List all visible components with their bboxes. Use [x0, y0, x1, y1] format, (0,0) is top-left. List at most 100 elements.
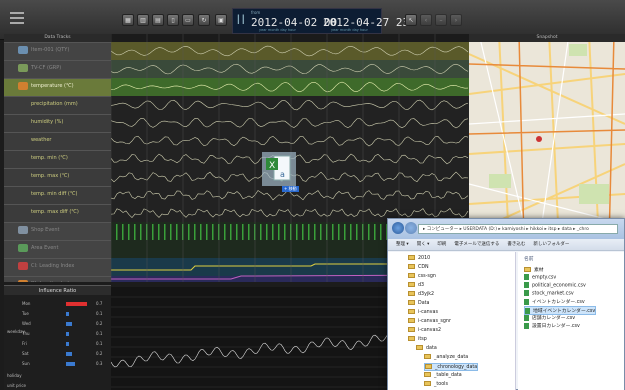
from-date-units: year month day hour	[259, 28, 296, 32]
tree-folder-label: d3	[418, 283, 425, 288]
refresh-icon[interactable]: ↻	[198, 14, 210, 26]
command-button[interactable]: 開く ▾	[417, 242, 430, 247]
track-row[interactable]: precipitation (mm)	[4, 96, 111, 114]
day-label: Sat	[22, 351, 29, 356]
file-item[interactable]: 素材	[524, 266, 544, 273]
folder-icon	[408, 273, 415, 278]
dragged-file[interactable]: X a + 移動	[260, 150, 299, 192]
snapshot-map[interactable]	[469, 34, 625, 244]
track-row[interactable]: CI: Leading Index	[4, 258, 111, 276]
date-range-display[interactable]: ┃┃ from 2012-04-02 00 year month day hou…	[232, 8, 409, 35]
hour-view-icon[interactable]: ▭	[182, 14, 194, 26]
event-marker	[308, 224, 310, 240]
track-row[interactable]: temp. min diff (℃)	[4, 186, 111, 204]
day-view-icon[interactable]: ▯	[167, 14, 179, 26]
tree-folder[interactable]: i-canvas	[408, 309, 438, 315]
menu-icon[interactable]	[10, 12, 24, 24]
track-row[interactable]: weather	[4, 132, 111, 150]
influence-bar	[66, 322, 72, 326]
folder-icon	[408, 327, 415, 332]
command-button[interactable]: 整理 ▾	[396, 242, 409, 247]
folder-tree[interactable]: 2010 CDN css-sgn d3 d3yjk2 Data i-canvas i-canv…	[388, 252, 516, 390]
track-row[interactable]: temperature (℃)	[4, 78, 111, 96]
tree-folder[interactable]: d3	[408, 282, 424, 288]
tree-folder[interactable]: data	[416, 345, 437, 351]
command-button[interactable]: 新しいフォルダー	[533, 242, 569, 247]
pointer-icon[interactable]: ↖	[405, 14, 417, 26]
event-marker	[146, 224, 148, 240]
track-row[interactable]: Shop Event	[4, 222, 111, 240]
name-column-header[interactable]: 名前	[524, 255, 534, 262]
event-marker	[314, 224, 316, 240]
tree-folder-label: i-canvas	[418, 310, 438, 315]
tree-folder[interactable]: 2010	[408, 255, 430, 261]
tree-folder[interactable]: _analyze_data	[424, 354, 468, 360]
event-marker	[218, 224, 220, 240]
event-marker	[326, 224, 328, 240]
event-marker	[320, 224, 322, 240]
track-row[interactable]: humidity (%)	[4, 114, 111, 132]
file-item[interactable]: イベントカレンダー.csv	[524, 298, 585, 305]
file-item[interactable]: political_economic.csv	[524, 282, 586, 289]
tree-folder[interactable]: CDN	[408, 264, 429, 270]
influence-bar	[66, 362, 75, 366]
tree-folder[interactable]: _table_data	[424, 372, 462, 378]
file-item[interactable]: empty.csv	[524, 274, 556, 281]
event-marker	[380, 224, 382, 240]
csv-file-icon	[524, 290, 529, 296]
event-marker	[296, 224, 298, 240]
influence-bar	[66, 302, 87, 306]
calendar-month-icon[interactable]: ▥	[137, 14, 149, 26]
day-label: Sun	[22, 361, 30, 366]
map-svg	[469, 34, 625, 244]
calendar-week-icon[interactable]: ▤	[152, 14, 164, 26]
next-icon[interactable]: ›	[450, 14, 462, 26]
track-row[interactable]: TV-CF (GRP)	[4, 60, 111, 78]
influence-value: 0.2	[96, 351, 103, 356]
tree-folder[interactable]: i-canvas2	[408, 327, 441, 333]
tree-folder-label: d3yjk2	[418, 292, 435, 297]
csv-file-icon	[524, 322, 529, 329]
command-button[interactable]: 書き込む	[507, 242, 525, 247]
settings-icon[interactable]: ▣	[215, 14, 227, 26]
track-row[interactable]: temp. max diff (℃)	[4, 204, 111, 222]
track-row[interactable]: Area Event	[4, 240, 111, 258]
day-label: Mon	[22, 301, 31, 306]
back-arrow-icon[interactable]	[392, 222, 404, 234]
from-date[interactable]: from 2012-04-02 00 year month day hour	[247, 9, 337, 35]
tree-folder[interactable]: itsp	[408, 336, 427, 342]
tree-folder[interactable]: css-sgn	[408, 273, 436, 279]
tree-folder[interactable]: i-canvas_sgnr	[408, 318, 451, 324]
tree-folder[interactable]: _chronology_data	[424, 363, 479, 371]
address-bar[interactable]: ▸ コンピューター ▸ USERDATA (D:) ▸ kamiyoshi ▸ …	[418, 224, 618, 234]
tree-folder[interactable]: Data	[408, 300, 429, 306]
track-row[interactable]: temp. max (℃)	[4, 168, 111, 186]
track-row[interactable]: temp. min (℃)	[4, 150, 111, 168]
forward-arrow-icon[interactable]	[405, 222, 417, 234]
file-name: 店舗カレンダー.csv	[532, 316, 576, 321]
event-marker	[302, 224, 304, 240]
file-item[interactable]: 店舗カレンダー.csv	[524, 314, 575, 321]
track-band	[111, 60, 469, 78]
file-item[interactable]: stock_market.csv	[524, 290, 574, 297]
command-button[interactable]: 電子メールで送信する	[454, 242, 499, 247]
file-item[interactable]: 設置日カレンダー.csv	[524, 322, 580, 329]
tree-folder[interactable]: _tools	[424, 381, 448, 387]
to-date[interactable]: 2012-04-27 23 year month day hour	[319, 9, 409, 35]
event-marker	[272, 224, 274, 240]
command-button[interactable]: 印刷	[437, 242, 446, 247]
event-marker	[356, 224, 358, 240]
prev-icon[interactable]: ‹	[420, 14, 432, 26]
file-explorer-window[interactable]: ▸ コンピューター ▸ USERDATA (D:) ▸ kamiyoshi ▸ …	[387, 218, 625, 390]
tree-folder[interactable]: d3yjk2	[408, 291, 434, 297]
tree-folder-label: itsp	[418, 337, 427, 342]
event-marker	[284, 224, 286, 240]
influence-bar	[66, 312, 69, 316]
track-row[interactable]: DI: Leading Index	[4, 276, 111, 282]
stop-icon[interactable]: –	[435, 14, 447, 26]
track-row[interactable]: Item-001 (QTY)	[4, 42, 111, 60]
file-list[interactable]: 名前 素材 empty.csv political_economic.csv stoc…	[518, 252, 624, 390]
event-marker	[206, 224, 208, 240]
grid-view-icon[interactable]: ▦	[122, 14, 134, 26]
event-marker	[260, 224, 262, 240]
